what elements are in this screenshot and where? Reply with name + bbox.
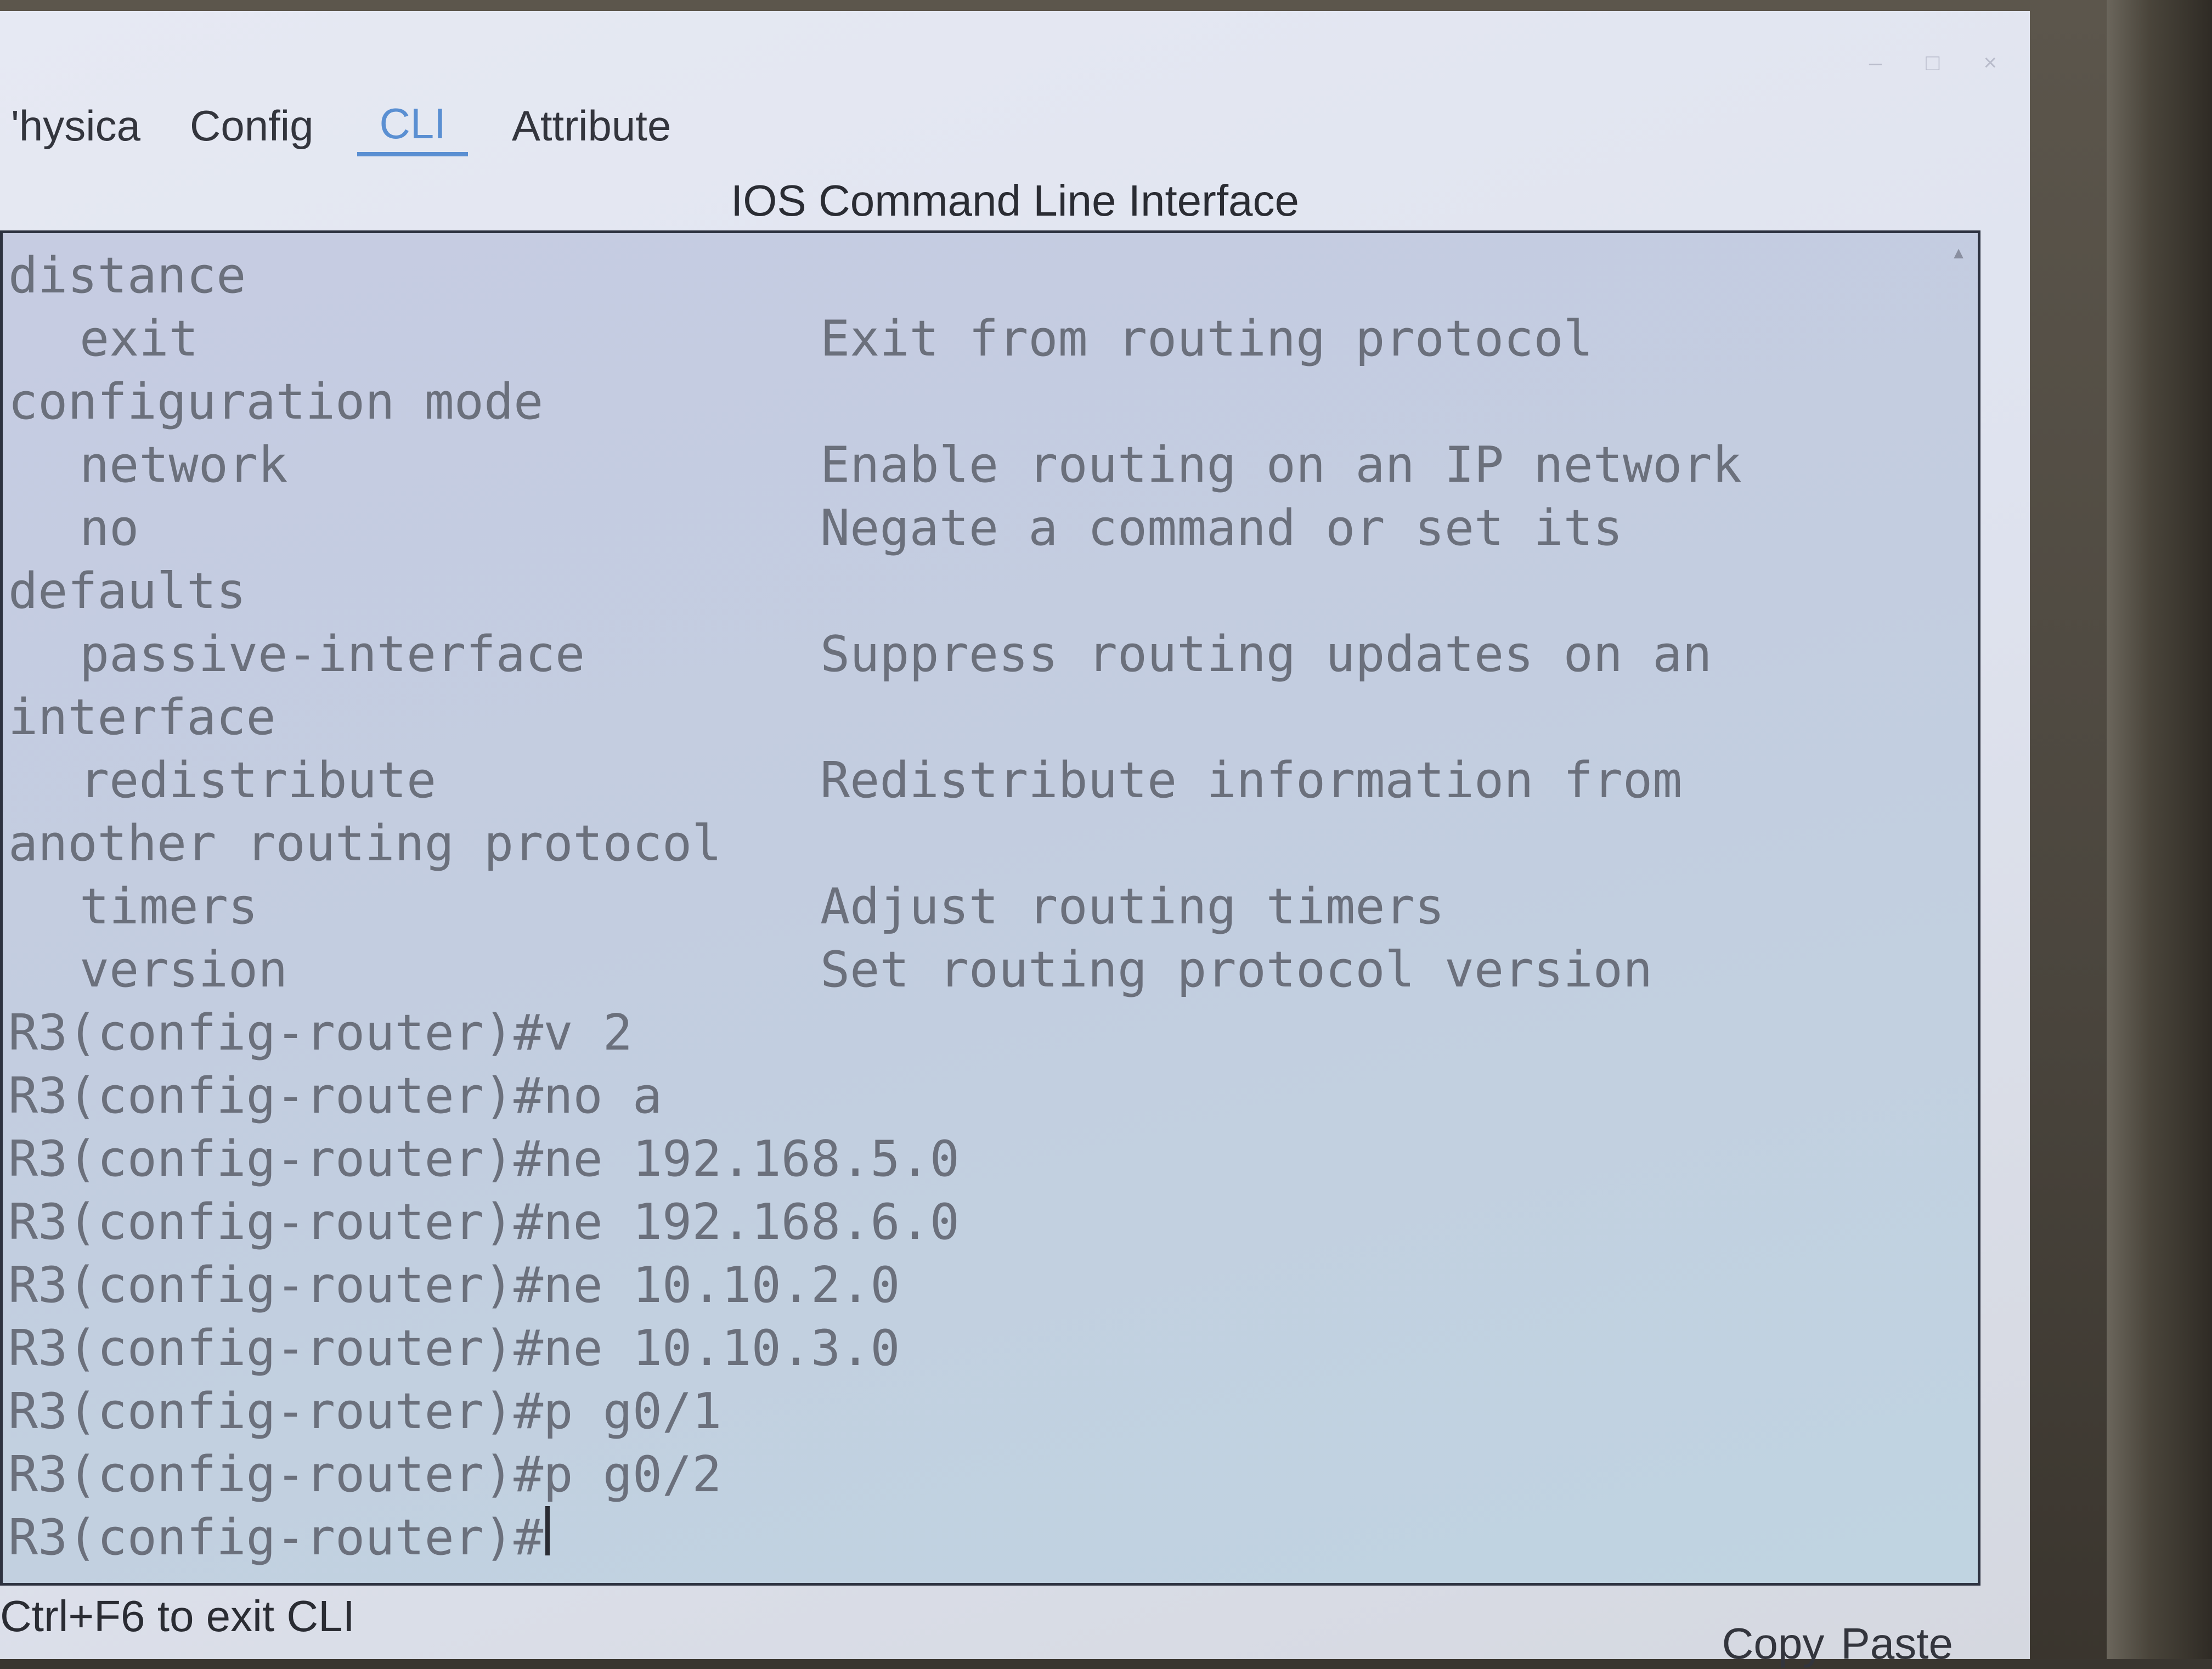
terminal-text: R3(config-router)#ne 192.168.5.0	[8, 1130, 960, 1188]
command-description: Negate a command or set its	[820, 499, 1623, 557]
terminal-line: R3(config-router)#ne 192.168.6.0	[8, 1191, 1742, 1254]
terminal-output: distance exit Exit from routing protocol co…	[8, 244, 1742, 1569]
cli-terminal[interactable]: ▲ distance exit Exit from routing protocol…	[0, 230, 1980, 1586]
scroll-up-icon[interactable]: ▲	[1950, 244, 1967, 263]
command-name: passive-interface	[80, 625, 585, 683]
command-prompt: R3(config-router)#	[8, 1509, 544, 1566]
terminal-line: version Set routing protocol version	[8, 938, 1742, 1001]
command-description: Adjust routing timers	[820, 878, 1444, 935]
terminal-text: interface	[8, 689, 276, 746]
command-name: network	[80, 436, 288, 494]
terminal-line: exit Exit from routing protocol	[8, 307, 1742, 370]
copy-button[interactable]: Copy	[1722, 1619, 1825, 1669]
terminal-line: R3(config-router)#ne 192.168.5.0	[8, 1127, 1742, 1191]
terminal-line: interface	[8, 686, 1742, 749]
command-description: Redistribute information from	[820, 752, 1683, 809]
maximize-icon[interactable]: □	[1926, 49, 1939, 76]
command-name: timers	[80, 878, 258, 935]
terminal-text: another routing protocol	[8, 815, 722, 872]
tab-cli[interactable]: CLI	[357, 99, 468, 156]
terminal-line: redistribute Redistribute information fro…	[8, 749, 1742, 812]
terminal-text: configuration mode	[8, 373, 544, 431]
device-window: – □ × 'hysica Config CLI Attribute IOS C…	[0, 11, 2030, 1668]
terminal-text: R3(config-router)#no a	[8, 1067, 663, 1125]
command-prompt-line[interactable]: R3(config-router)#	[8, 1506, 1742, 1569]
terminal-line: passive-interface Suppress routing update…	[8, 623, 1742, 686]
terminal-line: R3(config-router)#ne 10.10.2.0	[8, 1254, 1742, 1317]
terminal-text: R3(config-router)#p g0/1	[8, 1383, 722, 1440]
terminal-line: defaults	[8, 560, 1742, 623]
terminal-line: no Negate a command or set its	[8, 497, 1742, 560]
monitor-bezel	[2107, 0, 2212, 1659]
tab-attributes[interactable]: Attribute	[506, 101, 676, 156]
command-description: Exit from routing protocol	[820, 310, 1593, 368]
paste-button[interactable]: Paste	[1841, 1619, 1953, 1669]
command-name: version	[80, 941, 288, 999]
terminal-line: R3(config-router)#p g0/1	[8, 1380, 1742, 1443]
terminal-text: defaults	[8, 562, 246, 620]
command-description: Set routing protocol version	[820, 941, 1653, 999]
exit-cli-hint: Ctrl+F6 to exit CLI	[0, 1592, 355, 1640]
terminal-line: timers Adjust routing timers	[8, 875, 1742, 938]
terminal-line: distance	[8, 244, 1742, 307]
terminal-line: another routing protocol	[8, 812, 1742, 875]
footer-buttons: Copy Paste	[1722, 1619, 1953, 1669]
command-description: Suppress routing updates on an	[820, 625, 1712, 683]
terminal-text: R3(config-router)#ne 10.10.3.0	[8, 1320, 900, 1377]
terminal-line: configuration mode	[8, 370, 1742, 433]
terminal-text: R3(config-router)#v 2	[8, 1004, 633, 1062]
command-description: Enable routing on an IP network	[820, 436, 1742, 494]
command-name: no	[80, 499, 139, 557]
command-name: redistribute	[80, 752, 437, 809]
terminal-text: R3(config-router)#p g0/2	[8, 1446, 722, 1503]
terminal-line: R3(config-router)#p g0/2	[8, 1443, 1742, 1506]
terminal-line: R3(config-router)#v 2	[8, 1001, 1742, 1064]
text-cursor	[545, 1506, 550, 1555]
terminal-line: R3(config-router)#no a	[8, 1064, 1742, 1127]
window-controls: – □ ×	[1869, 49, 1997, 76]
tab-config[interactable]: Config	[184, 101, 319, 156]
cli-title: IOS Command Line Interface	[730, 176, 1300, 225]
tab-bar: 'hysica Config CLI Attribute	[5, 99, 676, 156]
command-name: exit	[80, 310, 199, 368]
close-icon[interactable]: ×	[1983, 49, 1997, 76]
terminal-line: R3(config-router)#ne 10.10.3.0	[8, 1317, 1742, 1380]
terminal-text: distance	[8, 247, 246, 305]
terminal-line: network Enable routing on an IP network	[8, 433, 1742, 497]
tab-physical[interactable]: 'hysica	[5, 101, 146, 156]
terminal-text: R3(config-router)#ne 192.168.6.0	[8, 1193, 960, 1251]
terminal-text: R3(config-router)#ne 10.10.2.0	[8, 1256, 900, 1314]
title-bar: – □ ×	[0, 11, 2030, 75]
minimize-icon[interactable]: –	[1869, 49, 1882, 76]
